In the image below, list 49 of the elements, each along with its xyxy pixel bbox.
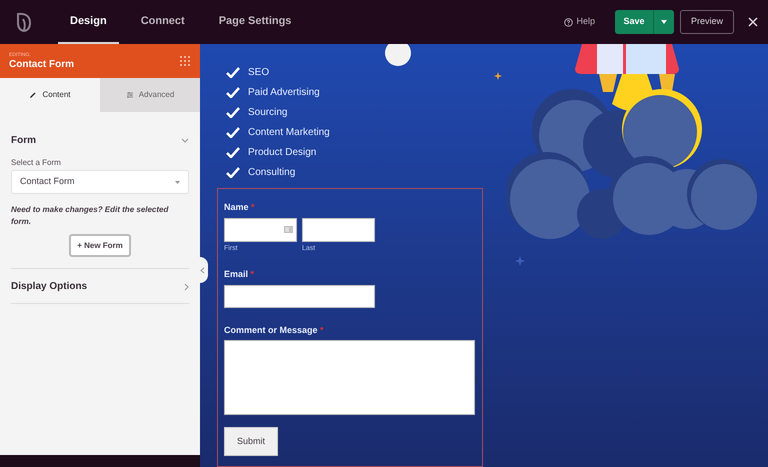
form-select[interactable]: Contact Form [11,170,189,194]
sparkle-icon [515,256,525,266]
text-input[interactable] [224,218,297,242]
sparkle-icon [494,72,502,80]
checklist-item: Sourcing [248,106,288,120]
checklist-item: Paid Advertising [248,86,320,100]
field-label: Select a Form [11,157,62,169]
check-icon [226,86,240,98]
text-input[interactable] [302,218,375,242]
checklist-item: Content Marketing [248,126,330,140]
drag-handle-icon[interactable] [179,55,191,67]
check-icon [226,126,240,138]
moon-icon [383,44,413,68]
help-text: Need to make changes? Edit the selected form. [11,204,170,228]
field-label: Comment or Message * [224,324,325,337]
save-options-button[interactable] [654,10,674,34]
contact-card-icon [284,226,293,233]
section-header[interactable]: Form [11,123,189,157]
new-form-button[interactable]: + New Form [69,234,131,257]
save-button[interactable]: Save [615,10,654,34]
checklist-item: Consulting [248,166,296,180]
submit-button[interactable]: Submit [224,427,278,456]
collapse-handle[interactable] [200,257,208,283]
nav-tab[interactable]: Connect [128,0,197,44]
leaf-logo-icon[interactable] [14,11,34,33]
help-icon [564,18,574,26]
chevron-left-icon [200,266,205,274]
caret-icon [175,180,180,184]
section-header[interactable]: Display Options [11,270,189,304]
pencil-icon [29,91,38,99]
check-icon [226,106,240,118]
email-input[interactable] [224,284,375,308]
checklist-item: SEO [248,66,270,80]
preview-button[interactable]: Preview [680,10,734,34]
check-icon [226,66,240,78]
check-icon [226,166,240,178]
field-label: Email * [224,268,256,281]
field-label: Name * [224,201,256,214]
close-icon[interactable] [748,17,758,27]
check-icon [226,146,240,158]
sliders-icon [126,91,134,99]
chevron-right-icon [184,282,189,290]
chevron-down-icon [181,138,189,142]
module-title: Contact Form [9,58,75,70]
checklist-item: Product Design [248,146,316,160]
help-link[interactable]: Help [564,15,595,29]
caret-icon [661,20,667,24]
nav-tab[interactable]: Page Settings [206,0,304,44]
panel-tab[interactable]: Advanced [100,78,200,112]
